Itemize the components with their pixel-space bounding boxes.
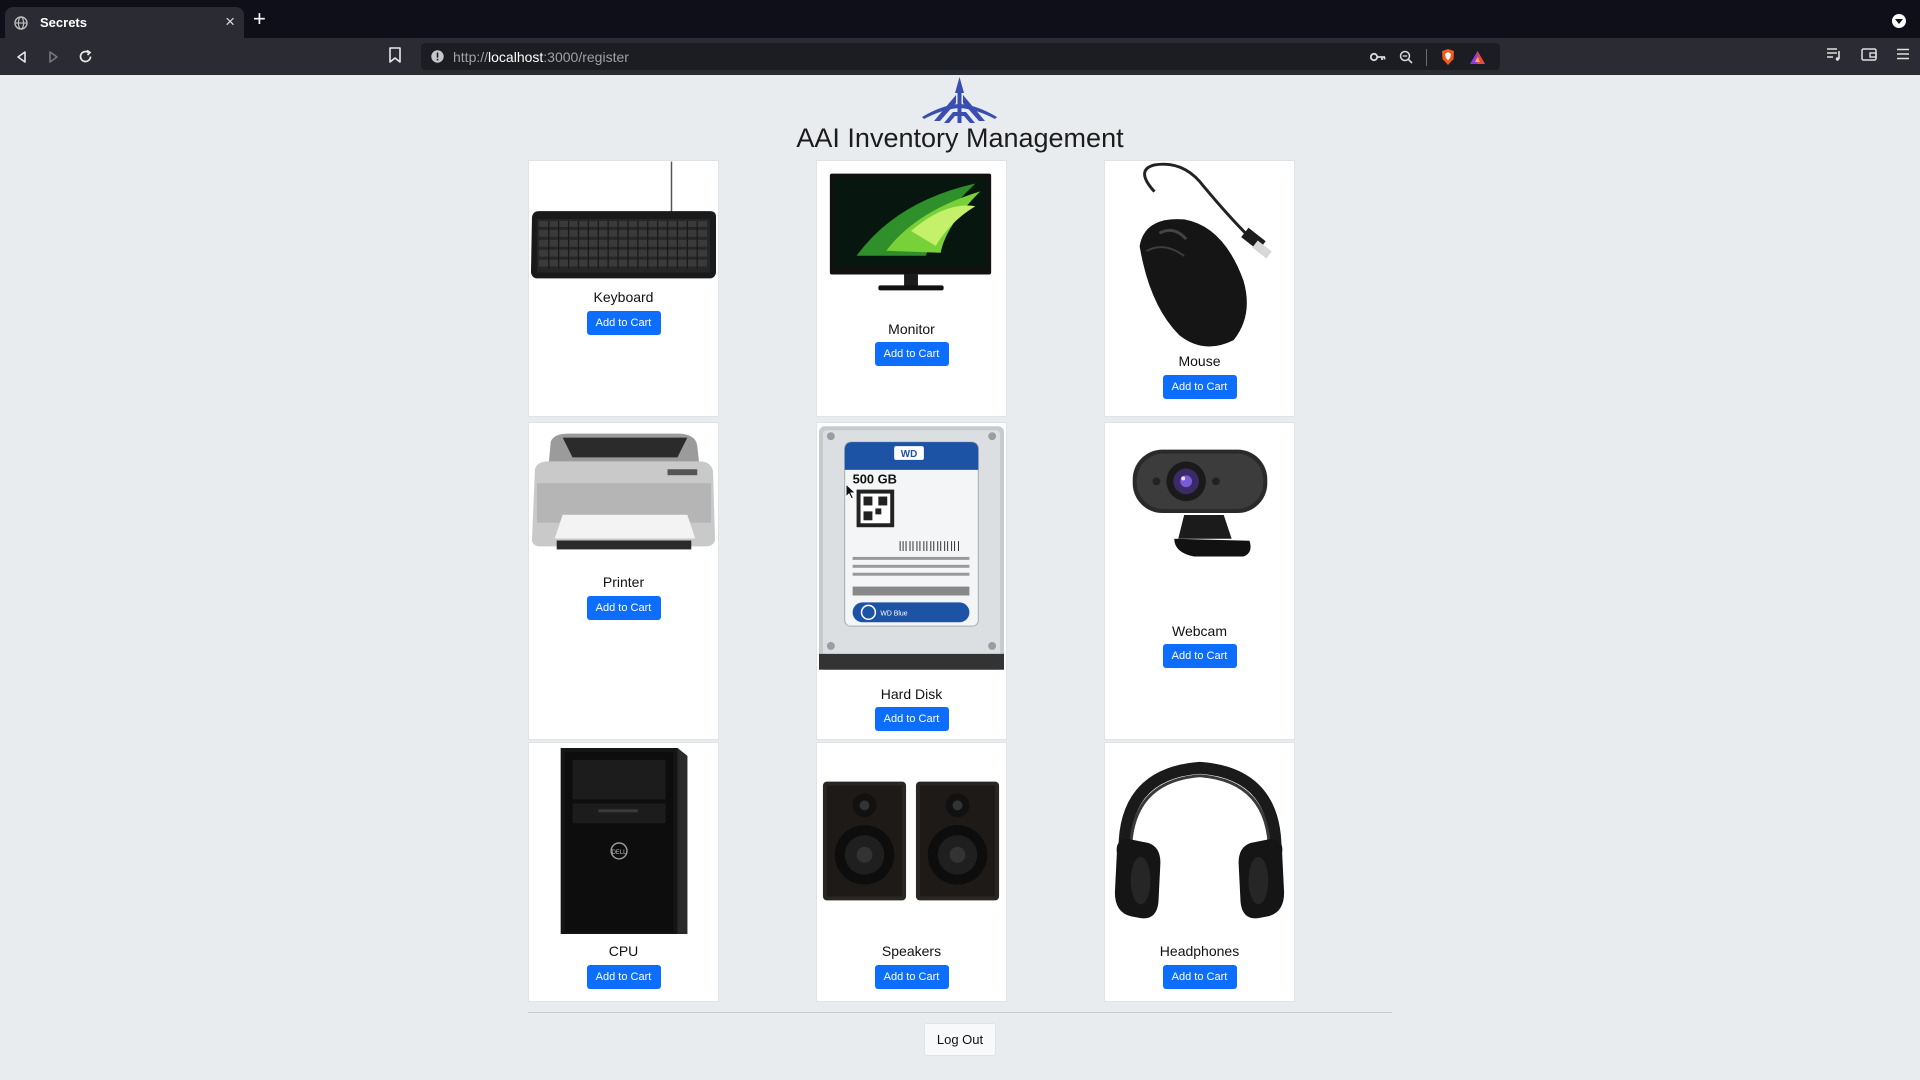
headphones-image xyxy=(1114,761,1285,919)
playlist-icon[interactable] xyxy=(1826,47,1842,61)
product-name: Headphones xyxy=(1159,943,1240,959)
divider xyxy=(528,1012,1392,1013)
back-button[interactable] xyxy=(7,38,37,75)
hard-disk-brand: WD xyxy=(901,449,917,460)
product-card-speakers: Speakers Add to Cart xyxy=(816,742,1007,1002)
url-scheme: http:// xyxy=(453,49,489,65)
product-name: Printer xyxy=(602,574,645,590)
speakers-image xyxy=(822,781,1000,901)
url-text[interactable]: http://localhost:3000/register xyxy=(453,49,629,65)
reload-button[interactable] xyxy=(70,38,100,75)
forward-arrow-icon xyxy=(49,50,58,63)
url-host: localhost xyxy=(488,49,544,65)
product-card-monitor: Monitor Add to Cart xyxy=(816,160,1007,417)
key-icon[interactable] xyxy=(1370,51,1386,63)
product-card-headphones: Headphones Add to Cart xyxy=(1104,742,1295,1002)
add-to-cart-button[interactable]: Add to Cart xyxy=(586,311,661,335)
mouse-cursor-icon xyxy=(845,483,857,500)
product-card-mouse: Mouse Add to Cart xyxy=(1104,160,1295,417)
cpu-tower-image: DELL xyxy=(560,747,688,935)
product-name: CPU xyxy=(608,943,639,959)
tab-title: Secrets xyxy=(40,15,87,30)
add-to-cart-button[interactable]: Add to Cart xyxy=(874,707,949,731)
printer-image xyxy=(531,433,716,550)
keyboard-image xyxy=(530,161,717,279)
aai-logo xyxy=(922,77,997,123)
svg-text:DELL: DELL xyxy=(612,850,628,856)
product-name: Webcam xyxy=(1172,623,1227,639)
product-name: Keyboard xyxy=(593,289,654,305)
add-to-cart-button[interactable]: Add to Cart xyxy=(874,342,949,366)
hard-disk-image: WD 500 GB WD Blue xyxy=(818,426,1005,670)
address-bar-icons xyxy=(1370,48,1486,66)
add-to-cart-button[interactable]: Add to Cart xyxy=(1162,965,1237,989)
browser-tab-bar: Secrets × + xyxy=(0,0,1920,38)
product-card-webcam: Webcam Add to Cart xyxy=(1104,422,1295,740)
add-to-cart-button[interactable]: Add to Cart xyxy=(586,596,661,620)
close-tab-icon[interactable]: × xyxy=(225,13,235,30)
toolbar-right-icons xyxy=(1826,47,1910,61)
mouse-image xyxy=(1139,162,1272,347)
brave-rewards-icon[interactable] xyxy=(1469,50,1486,65)
hard-disk-series: WD Blue xyxy=(880,610,907,617)
hard-disk-capacity: 500 GB xyxy=(853,472,897,487)
product-card-printer: Printer Add to Cart xyxy=(528,422,719,740)
add-to-cart-button[interactable]: Add to Cart xyxy=(874,965,949,989)
menu-icon[interactable] xyxy=(1896,47,1910,61)
forward-button[interactable] xyxy=(38,38,68,75)
browser-toolbar: http://localhost:3000/register xyxy=(0,38,1920,75)
product-name: Speakers xyxy=(881,943,942,959)
page-title: AAI Inventory Management xyxy=(796,123,1124,153)
product-card-keyboard: Keyboard Add to Cart xyxy=(528,160,719,417)
add-to-cart-button[interactable]: Add to Cart xyxy=(586,965,661,989)
monitor-image xyxy=(829,173,992,291)
bookmark-icon[interactable] xyxy=(388,47,402,64)
globe-icon xyxy=(14,16,28,30)
url-path: :3000/register xyxy=(543,49,629,65)
product-card-hard-disk: WD 500 GB WD Blue Hard Disk Add to Cart xyxy=(816,422,1007,740)
site-info-icon[interactable] xyxy=(431,50,444,63)
back-arrow-icon xyxy=(17,50,26,63)
product-name: Mouse xyxy=(1178,353,1221,369)
new-tab-button[interactable]: + xyxy=(253,8,266,30)
brave-shields-icon[interactable] xyxy=(1440,48,1456,66)
page-content: AAI Inventory Management Keyboard Add to… xyxy=(0,75,1920,1080)
add-to-cart-button[interactable]: Add to Cart xyxy=(1162,644,1237,668)
address-bar-divider xyxy=(1426,48,1427,66)
zoom-icon[interactable] xyxy=(1399,50,1413,64)
reload-icon xyxy=(79,49,91,63)
browser-tab[interactable]: Secrets × xyxy=(5,7,244,38)
product-name: Hard Disk xyxy=(880,686,943,702)
product-name: Monitor xyxy=(888,321,935,337)
product-card-cpu: DELL CPU Add to Cart xyxy=(528,742,719,1002)
logout-button[interactable]: Log Out xyxy=(924,1023,996,1056)
address-bar[interactable]: http://localhost:3000/register xyxy=(421,43,1500,70)
webcam-image xyxy=(1132,449,1268,557)
tab-menu-icon[interactable] xyxy=(1892,14,1906,28)
wallet-icon[interactable] xyxy=(1861,47,1877,61)
add-to-cart-button[interactable]: Add to Cart xyxy=(1162,375,1237,399)
